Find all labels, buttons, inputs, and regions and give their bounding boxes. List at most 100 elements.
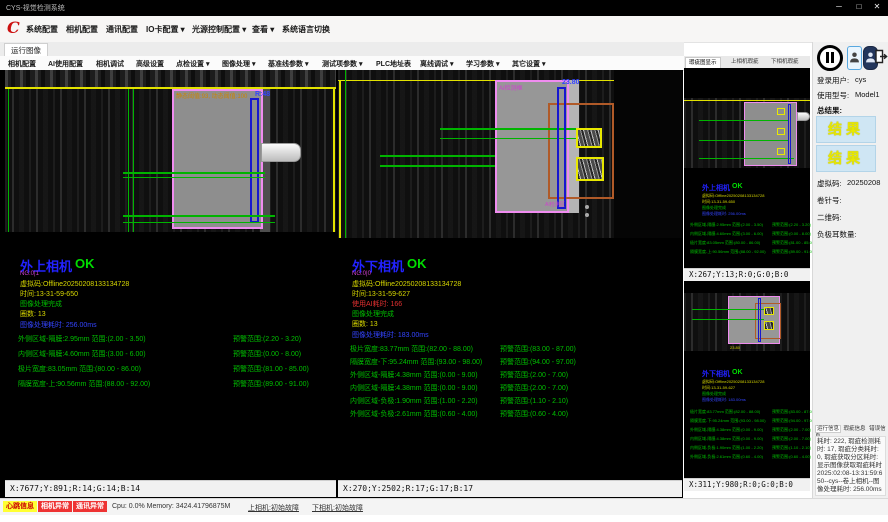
window-title: CYS-视觉检测系统 [6,3,65,13]
menu-system-config[interactable]: 系统配置 [26,24,58,35]
mini-pane-1[interactable]: 外上相机 OK 虚拟码:Offline20250208133134728 时间:… [684,68,810,268]
mini1-meas-2: 极片宽度:83.05mm 范围:(80.00 - 86.00) [690,240,760,246]
result-box-1: 结果 [816,116,876,143]
tool-advanced-config[interactable]: 高级设置 [136,59,164,69]
mini-tab-upper-defect[interactable]: 上相机瑕疵 [728,57,762,68]
mini2-ok: OK [732,369,743,376]
left-meas-1: 内侧区域-隔膜:4.60mm 范围:(3.00 - 6.00) [18,349,146,359]
tab-run-image[interactable]: 运行图像 [4,43,48,57]
center-warn-1: 预警范围:(94.00 - 97.00) [500,357,576,367]
left-process-done: 图像处理完成 [20,299,62,309]
menu-camera-config[interactable]: 相机配置 [66,24,98,35]
center-dot-1 [585,205,589,209]
login-user-value: cys [855,75,866,84]
mini1-warn-1: 预警范围:(0.00 - 8.00) [772,231,811,237]
close-icon[interactable]: ✕ [868,2,886,11]
center-camera-pane[interactable]: AI检测框 23.80 AI检测区 外下相机 OK NG:0|0 虚拟码:Off… [338,70,682,480]
log-tab-run[interactable]: 运行信息 [815,425,841,433]
pause-icon [826,52,829,63]
left-meas-3: 隔膜宽度-上:90.56mm 范围:(88.00 - 92.00) [18,379,150,389]
center-warn-5: 预警范围:(0.60 - 4.00) [500,409,568,419]
camera-alarm-badge: 相机异常 [38,501,72,512]
center-dark-right [614,70,682,238]
pause-button[interactable] [817,45,843,71]
mini1-tab-box-3 [777,148,785,155]
menu-view[interactable]: 查看 ▾ [252,24,274,35]
mini2-green-hline2 [692,319,764,320]
log-tab-defect[interactable]: 瑕疵信息 [843,426,867,432]
menu-language-switch[interactable]: 系统语言切换 [282,24,330,35]
left-warn-1: 预警范围:(0.00 - 8.00) [233,349,301,359]
menu-light-config[interactable]: 光源控制配置 ▾ [192,24,246,35]
tool-learn-params[interactable]: 学习参数 ▾ [466,59,499,69]
center-meas-0: 极片宽度:83.77mm 范围:(82.00 - 88.00) [350,344,473,354]
center-ai-box-label: AI检测框 [499,83,523,92]
center-process-done: 图像处理完成 [352,309,394,319]
mini-pane-2[interactable]: 23.80 外下相机 OK 虚拟码:Offline202502081331347… [684,281,810,478]
user-button[interactable] [847,46,862,70]
tab-count-label: 负极耳数量: [817,229,857,240]
left-green-hline2 [123,177,265,178]
center-warn-2: 预警范围:(2.00 - 7.00) [500,370,568,380]
menu-io-config[interactable]: IO卡配置 ▾ [146,24,185,35]
menu-comm-config[interactable]: 通讯配置 [106,24,138,35]
mini2-meas-0: 极片宽度:83.77mm 范围:(82.00 - 88.00) [690,409,760,415]
mini1-connector [797,112,810,121]
mini1-tab-box-1 [777,108,785,115]
tool-camera-config[interactable]: 相机配置 [8,59,36,69]
mini1-warn-0: 预警范围:(2.20 - 3.20) [772,222,811,228]
center-turns: 圈数: 13 [352,319,378,329]
center-green-hline2 [380,165,500,167]
center-image-canvas[interactable]: AI检测框 23.80 AI检测区 [338,70,682,238]
left-process-elapsed: 图像处理耗时: 256.00ms [20,320,97,330]
mini1-elapsed: 图像处理耗时: 256.00ms [702,211,746,217]
mini2-warn-1: 预警范围:(94.00 - 97.00) [772,418,815,424]
left-meas-0: 外侧区域-隔膜:2.95mm 范围:(2.00 - 3.50) [18,334,146,344]
login-user-label: 登录用户: [817,75,849,86]
cpu-memory-text: Cpu: 0.0% Memory: 3424.41796875M [112,503,230,510]
center-time: 时间:13-31-59-627 [352,289,410,299]
tool-ai-config[interactable]: AI使用配置 [48,59,83,69]
minimize-icon[interactable]: ─ [830,2,848,11]
model-label: 使用型号: [817,90,849,101]
left-green-hline1 [123,172,265,174]
left-blue-roi [250,98,259,223]
mini2-elapsed: 图像处理耗时: 183.00ms [702,397,746,403]
tool-camera-debug[interactable]: 相机调试 [96,59,124,69]
left-green-vline [8,89,9,232]
virtual-code-label: 虚拟码: [817,178,842,189]
left-camera-pane[interactable]: 静态阈值:93, 动态阈值:100 R:48 外上相机 OK NG:0|1 虚拟… [5,70,336,480]
center-meas-4: 内侧区域-负极:1.90mm 范围:(1.00 - 2.20) [350,396,478,406]
center-warn-3: 预警范围:(2.00 - 7.00) [500,383,568,393]
mini2-warn-0: 预警范围:(83.00 - 87.00) [772,409,815,415]
tool-image-process[interactable]: 图像处理 ▾ [222,59,255,69]
logout-button[interactable] [874,46,888,68]
left-green-vline3 [133,89,134,232]
mini1-blue-roi [788,104,791,164]
center-ai-area-label: AI检测区 [545,201,565,208]
maximize-icon[interactable]: □ [850,2,868,11]
log-text[interactable]: 耗时: 222, 瑕疵检测耗时: 17, 瑕疵分类耗时: 0, 瑕疵获取分区耗时… [815,436,886,496]
tool-baseline-params[interactable]: 基准线参数 ▾ [268,59,308,69]
tool-other-settings[interactable]: 其它设置 ▾ [512,59,545,69]
total-result-label: 总结果: [817,105,842,116]
mini1-warn-2: 预警范围:(81.00 - 85.00) [772,240,815,246]
mini2-warn-3: 预警范围:(2.00 - 7.00) [772,436,811,442]
center-ai-elapsed: 使用AI耗时: 166 [352,299,402,309]
tool-test-params[interactable]: 测试项参数 ▾ [322,59,362,69]
mini2-meas-4: 内侧区域-负极:1.90mm 范围:(1.00 - 2.20) [690,445,763,451]
mini2-green-hline1 [692,309,764,310]
left-warn-0: 预警范围:(2.20 - 3.20) [233,334,301,344]
left-tab-connector [261,143,301,162]
tool-offline-debug[interactable]: 离线调试 ▾ [420,59,453,69]
tool-spotcheck[interactable]: 点检设置 ▾ [176,59,209,69]
center-blue-roi [557,87,566,209]
left-green-vline2 [128,89,129,232]
center-green-hline3 [440,128,576,130]
left-image-canvas[interactable]: 静态阈值:93, 动态阈值:100 R:48 [5,89,336,232]
mini-tab-lower-defect[interactable]: 下相机瑕疵 [768,57,802,68]
mini2-blue-roi [758,298,761,342]
tool-plc-address[interactable]: PLC地址表 [376,59,411,69]
left-turns: 圈数: 13 [20,309,46,319]
mini1-meas-0: 外侧区域-隔膜:2.95mm 范围:(2.00 - 3.50) [690,222,763,228]
